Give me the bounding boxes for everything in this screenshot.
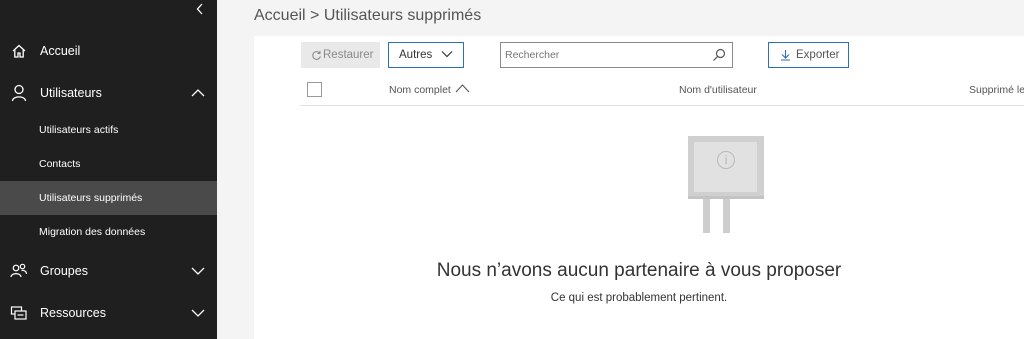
- monitor-illustration-icon: [688, 136, 764, 233]
- sort-ascending-icon[interactable]: [455, 83, 470, 93]
- nav-item-groupes[interactable]: Groupes: [0, 256, 217, 286]
- chevron-down-icon[interactable]: [189, 306, 207, 320]
- subnav-item-utilisateurs-supprimes[interactable]: Utilisateurs supprimés: [0, 181, 217, 215]
- export-button[interactable]: Exporter: [768, 42, 849, 68]
- chevron-down-icon: [441, 51, 453, 58]
- restore-label: Restaurer: [323, 49, 374, 61]
- subnav-label: Utilisateurs actifs: [39, 124, 119, 136]
- empty-state-title: Nous n’avons aucun partenaire à vous pro…: [436, 260, 842, 281]
- sidebar: Accueil Utilisateurs Utilisateurs actifs…: [0, 0, 217, 339]
- collapse-nav-button[interactable]: [190, 0, 210, 18]
- nav-item-label: Utilisateurs: [40, 86, 102, 100]
- autres-dropdown[interactable]: Autres: [388, 42, 464, 68]
- column-header-nom-utilisateur[interactable]: Nom d'utilisateur: [679, 84, 757, 96]
- home-icon: [10, 42, 28, 60]
- nav-item-label: Groupes: [40, 264, 88, 278]
- download-icon: [781, 50, 790, 61]
- subnav-item-migration[interactable]: Migration des données: [0, 215, 217, 249]
- chevron-down-icon[interactable]: [189, 264, 207, 278]
- search-box[interactable]: [500, 42, 733, 68]
- nav-item-utilisateurs[interactable]: Utilisateurs: [0, 77, 217, 109]
- chevron-up-icon[interactable]: [189, 86, 207, 100]
- export-label: Exporter: [796, 49, 840, 61]
- person-icon: [10, 84, 28, 102]
- subnav-label: Migration des données: [39, 226, 146, 238]
- nav-item-label: Accueil: [40, 44, 81, 58]
- restore-button[interactable]: Restaurer: [301, 42, 380, 68]
- column-header-nom-complet[interactable]: Nom complet: [389, 84, 451, 96]
- autres-label: Autres: [399, 49, 433, 61]
- subnav-label: Utilisateurs supprimés: [39, 192, 143, 204]
- subnav-label: Contacts: [39, 158, 81, 170]
- subnav-item-contacts[interactable]: Contacts: [0, 147, 217, 181]
- group-icon: [10, 262, 28, 280]
- nav-item-accueil[interactable]: Accueil: [0, 36, 217, 66]
- resources-icon: [10, 304, 28, 322]
- select-all-checkbox[interactable]: [307, 82, 322, 97]
- chevron-left-icon: [196, 3, 203, 15]
- nav-item-label: Ressources: [40, 306, 106, 320]
- restore-icon: [312, 50, 321, 60]
- search-icon[interactable]: [712, 48, 726, 62]
- subnav-item-utilisateurs-actifs[interactable]: Utilisateurs actifs: [0, 113, 217, 147]
- empty-state-subtitle: Ce qui est probablement pertinent.: [550, 292, 728, 304]
- nav-item-ressources[interactable]: Ressources: [0, 298, 217, 328]
- breadcrumb: Accueil > Utilisateurs supprimés: [254, 7, 482, 24]
- search-input[interactable]: [505, 46, 705, 64]
- column-header-supprime-le[interactable]: Supprimé le: [969, 84, 1024, 96]
